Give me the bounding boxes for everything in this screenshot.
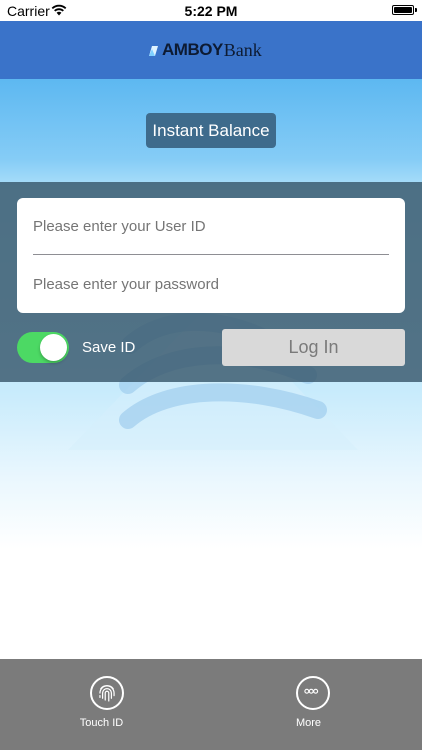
save-id-toggle[interactable] [17, 332, 69, 363]
battery-icon [392, 5, 414, 15]
login-button[interactable]: Log In [222, 329, 405, 366]
tab-touch-id[interactable]: Touch ID [0, 659, 211, 750]
status-bar: Carrier 5:22 PM [0, 0, 422, 21]
field-divider [33, 254, 389, 255]
toggle-knob [40, 334, 67, 361]
status-time: 5:22 PM [184, 3, 238, 19]
fingerprint-icon [90, 676, 124, 710]
tab-bar: Touch ID More [0, 659, 422, 750]
password-input[interactable] [33, 269, 389, 299]
more-icon [296, 676, 330, 710]
logo-text-amboy: AMBOY [162, 40, 223, 59]
logo-mark-icon [149, 46, 158, 56]
tab-more[interactable]: More [211, 659, 422, 750]
battery-cap [415, 8, 417, 12]
tab-more-label: More [295, 717, 322, 729]
login-form [17, 198, 405, 313]
logo-text-bank: Bank [223, 39, 262, 60]
save-id-label: Save ID [82, 339, 136, 356]
bank-logo: AMBOY Bank [148, 38, 262, 62]
tab-touch-id-label: Touch ID [79, 717, 124, 729]
instant-balance-button[interactable]: Instant Balance [146, 113, 276, 148]
user-id-input[interactable] [33, 211, 389, 241]
